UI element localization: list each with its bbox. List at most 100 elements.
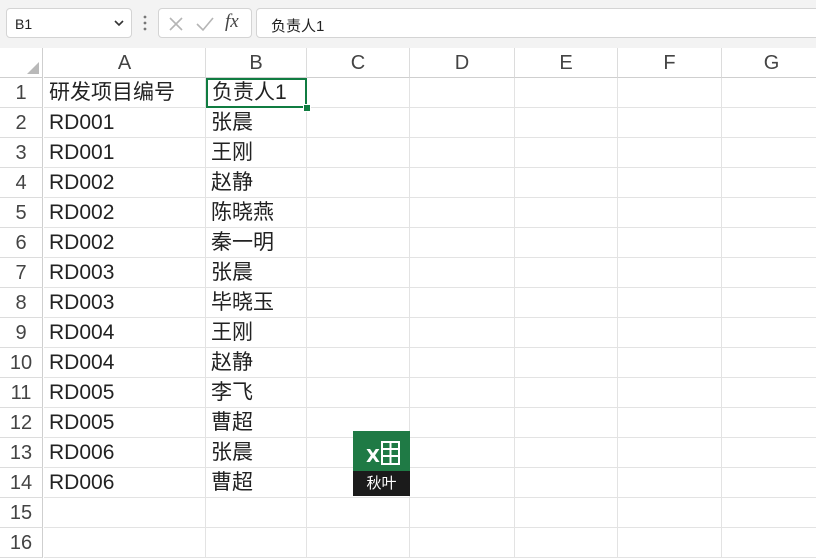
row-header-5[interactable]: 5 xyxy=(0,198,43,228)
cell-e11[interactable] xyxy=(515,378,618,408)
cell-a5[interactable]: RD002 xyxy=(44,198,206,228)
cell-f9[interactable] xyxy=(618,318,722,348)
cell-b12[interactable]: 曹超 xyxy=(206,408,307,438)
row-header-3[interactable]: 3 xyxy=(0,138,43,168)
cell-b10[interactable]: 赵静 xyxy=(206,348,307,378)
cell-f11[interactable] xyxy=(618,378,722,408)
row-header-12[interactable]: 12 xyxy=(0,408,43,438)
cell-g7[interactable] xyxy=(722,258,816,288)
cell-b14[interactable]: 曹超 xyxy=(206,468,307,498)
cell-a8[interactable]: RD003 xyxy=(44,288,206,318)
row-header-15[interactable]: 15 xyxy=(0,498,43,528)
cell-g5[interactable] xyxy=(722,198,816,228)
cell-g11[interactable] xyxy=(722,378,816,408)
cell-a9[interactable]: RD004 xyxy=(44,318,206,348)
cell-d5[interactable] xyxy=(410,198,515,228)
cell-a2[interactable]: RD001 xyxy=(44,108,206,138)
cell-f1[interactable] xyxy=(618,78,722,108)
cell-a3[interactable]: RD001 xyxy=(44,138,206,168)
cell-e15[interactable] xyxy=(515,498,618,528)
cell-d11[interactable] xyxy=(410,378,515,408)
cell-e5[interactable] xyxy=(515,198,618,228)
cell-e9[interactable] xyxy=(515,318,618,348)
cell-g2[interactable] xyxy=(722,108,816,138)
row-header-9[interactable]: 9 xyxy=(0,318,43,348)
cell-g9[interactable] xyxy=(722,318,816,348)
cell-g4[interactable] xyxy=(722,168,816,198)
cell-f3[interactable] xyxy=(618,138,722,168)
cell-d3[interactable] xyxy=(410,138,515,168)
select-all-corner[interactable] xyxy=(0,48,43,78)
cell-e16[interactable] xyxy=(515,528,618,558)
cell-d15[interactable] xyxy=(410,498,515,528)
column-header-d[interactable]: D xyxy=(410,48,515,78)
cell-e12[interactable] xyxy=(515,408,618,438)
cell-c6[interactable] xyxy=(307,228,410,258)
formula-input[interactable]: 负责人1 xyxy=(256,8,816,38)
cell-e10[interactable] xyxy=(515,348,618,378)
cell-c4[interactable] xyxy=(307,168,410,198)
cell-b1[interactable]: 负责人1 xyxy=(206,78,307,108)
row-header-2[interactable]: 2 xyxy=(0,108,43,138)
column-header-c[interactable]: C xyxy=(307,48,410,78)
cell-d12[interactable] xyxy=(410,408,515,438)
cell-d9[interactable] xyxy=(410,318,515,348)
cell-b15[interactable] xyxy=(206,498,307,528)
cell-g15[interactable] xyxy=(722,498,816,528)
cell-g16[interactable] xyxy=(722,528,816,558)
cell-c16[interactable] xyxy=(307,528,410,558)
cell-c9[interactable] xyxy=(307,318,410,348)
cell-g1[interactable] xyxy=(722,78,816,108)
row-header-11[interactable]: 11 xyxy=(0,378,43,408)
cell-d6[interactable] xyxy=(410,228,515,258)
cell-g3[interactable] xyxy=(722,138,816,168)
cell-f10[interactable] xyxy=(618,348,722,378)
cell-b5[interactable]: 陈晓燕 xyxy=(206,198,307,228)
row-header-4[interactable]: 4 xyxy=(0,168,43,198)
chevron-down-icon[interactable] xyxy=(113,17,125,29)
cell-d1[interactable] xyxy=(410,78,515,108)
cell-c5[interactable] xyxy=(307,198,410,228)
cell-c11[interactable] xyxy=(307,378,410,408)
cell-b3[interactable]: 王刚 xyxy=(206,138,307,168)
cell-c8[interactable] xyxy=(307,288,410,318)
cell-a4[interactable]: RD002 xyxy=(44,168,206,198)
cell-a11[interactable]: RD005 xyxy=(44,378,206,408)
name-box[interactable]: B1 xyxy=(6,8,132,38)
cell-f15[interactable] xyxy=(618,498,722,528)
column-header-b[interactable]: B xyxy=(206,48,307,78)
column-header-a[interactable]: A xyxy=(44,48,206,78)
insert-function-button[interactable]: fx xyxy=(225,11,239,33)
column-header-e[interactable]: E xyxy=(515,48,618,78)
cell-c3[interactable] xyxy=(307,138,410,168)
cell-d4[interactable] xyxy=(410,168,515,198)
cell-c2[interactable] xyxy=(307,108,410,138)
cell-g13[interactable] xyxy=(722,438,816,468)
cell-c15[interactable] xyxy=(307,498,410,528)
cell-e3[interactable] xyxy=(515,138,618,168)
cell-e14[interactable] xyxy=(515,468,618,498)
row-header-8[interactable]: 8 xyxy=(0,288,43,318)
row-header-1[interactable]: 1 xyxy=(0,78,43,108)
cell-f2[interactable] xyxy=(618,108,722,138)
row-header-14[interactable]: 14 xyxy=(0,468,43,498)
cell-g6[interactable] xyxy=(722,228,816,258)
cell-d2[interactable] xyxy=(410,108,515,138)
cell-f7[interactable] xyxy=(618,258,722,288)
cell-e8[interactable] xyxy=(515,288,618,318)
cell-d13[interactable] xyxy=(410,438,515,468)
cell-e2[interactable] xyxy=(515,108,618,138)
cell-f6[interactable] xyxy=(618,228,722,258)
cell-e4[interactable] xyxy=(515,168,618,198)
cell-c1[interactable] xyxy=(307,78,410,108)
column-header-g[interactable]: G xyxy=(722,48,816,78)
cell-d16[interactable] xyxy=(410,528,515,558)
row-header-6[interactable]: 6 xyxy=(0,228,43,258)
row-header-16[interactable]: 16 xyxy=(0,528,43,558)
cell-b16[interactable] xyxy=(206,528,307,558)
cell-f4[interactable] xyxy=(618,168,722,198)
cell-a6[interactable]: RD002 xyxy=(44,228,206,258)
cell-a1[interactable]: 研发项目编号 xyxy=(44,78,206,108)
row-header-7[interactable]: 7 xyxy=(0,258,43,288)
cell-f14[interactable] xyxy=(618,468,722,498)
